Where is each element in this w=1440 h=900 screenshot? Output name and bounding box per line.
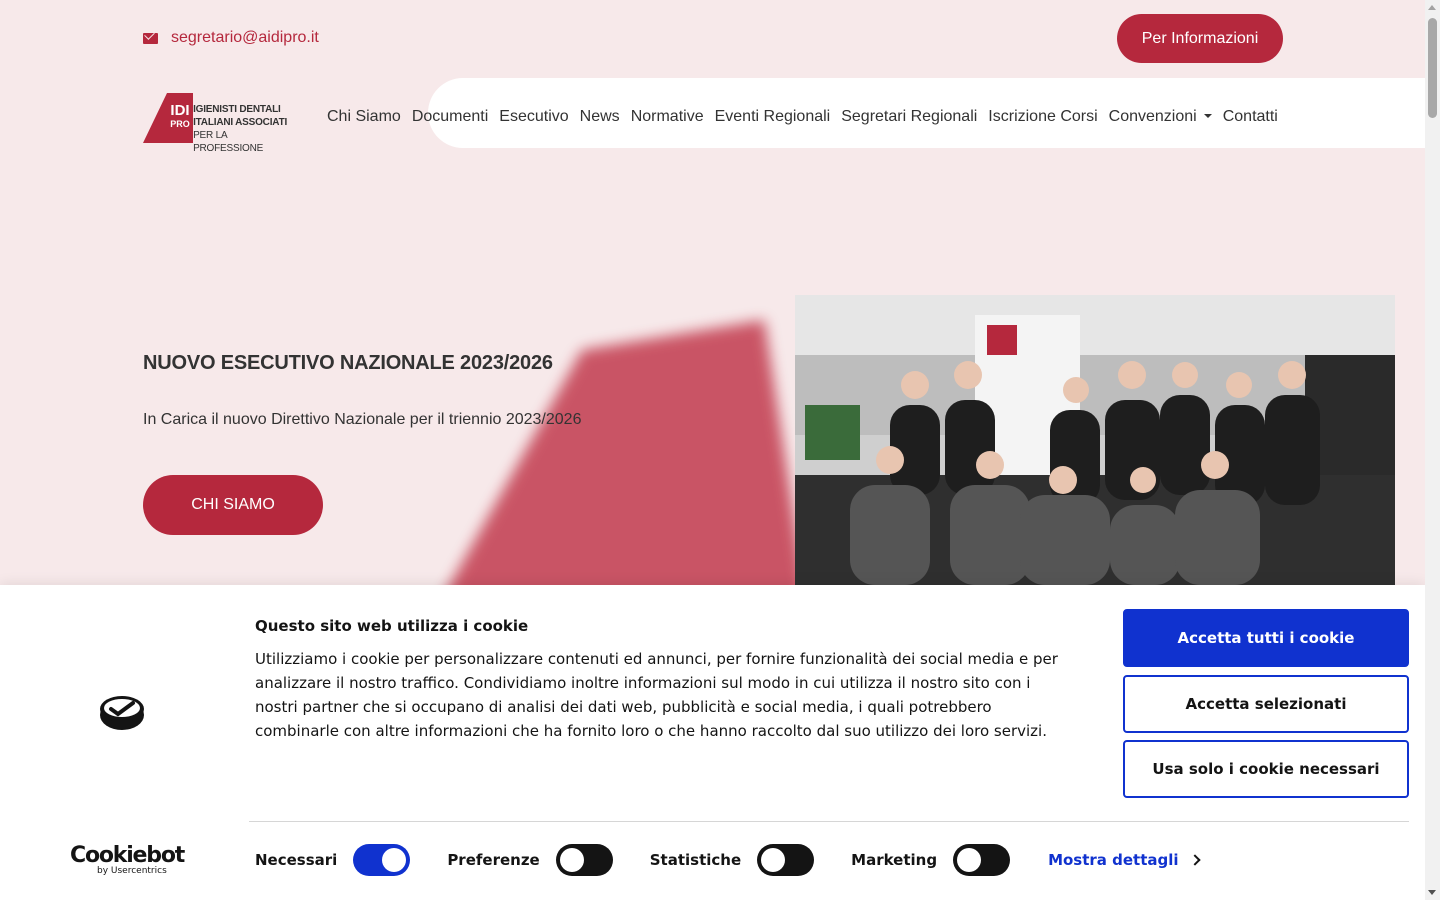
nav-item-iscrizione-corsi[interactable]: Iscrizione Corsi [983,108,1103,126]
nav-item-news[interactable]: News [574,108,625,126]
nav-item-contatti[interactable]: Contatti [1217,108,1283,126]
scroll-up-icon[interactable] [1428,5,1436,10]
accept-selected-cookies-button[interactable]: Accetta selezionati [1123,675,1409,733]
preferenze-switch[interactable] [555,844,613,876]
accept-all-cookies-button[interactable]: Accetta tutti i cookie [1123,609,1409,667]
cookie-title: Questo sito web utilizza i cookie [255,617,529,635]
nav-item-eventi-regionali[interactable]: Eventi Regionali [709,108,836,126]
toggle-statistiche: Statistiche [650,844,815,876]
hero-title: NUOVO ESECUTIVO NAZIONALE 2023/2026 [143,352,553,374]
cookie-banner: Questo sito web utilizza i cookie Utiliz… [0,585,1425,900]
cookie-toggles: Necessari Preferenze Statistiche Marketi… [255,844,1201,876]
site-logo[interactable]: IDI PRO IGIENISTI DENTALI ITALIANI ASSOCI… [143,93,289,154]
cookie-description: Utilizziamo i cookie per personalizzare … [255,650,1058,740]
nav-item-segretari-regionali[interactable]: Segretari Regionali [836,108,983,126]
cookiebot-icon [100,696,144,730]
scroll-thumb[interactable] [1428,18,1437,118]
chi-siamo-button[interactable]: CHI SIAMO [143,475,323,535]
info-button[interactable]: Per Informazioni [1117,14,1283,63]
logo-text: IGIENISTI DENTALI ITALIANI ASSOCIATI PER… [193,104,288,154]
toggle-necessari: Necessari [255,844,411,876]
caret-down-icon [1203,114,1212,118]
nav-item-esecutivo[interactable]: Esecutivo [494,108,574,126]
hero-group-photo [795,295,1395,585]
toggle-preferenze: Preferenze [447,844,613,876]
cookiebot-brand[interactable]: Cookiebot by Usercentrics [70,845,185,877]
toggle-marketing: Marketing [851,844,1011,876]
nav-item-normative[interactable]: Normative [625,108,709,126]
nav-item-documenti[interactable]: Documenti [406,108,493,126]
mail-icon [143,32,158,44]
necessary-cookies-only-button[interactable]: Usa solo i cookie necessari [1123,740,1409,798]
cookie-divider [249,821,1409,822]
statistiche-switch[interactable] [757,844,815,876]
logo-mark: IDI PRO [143,93,193,143]
nav-item-chi-siamo[interactable]: Chi Siamo [327,108,406,126]
main-nav: Chi Siamo Documenti Esecutivo News Norma… [327,108,1283,126]
page-scrollbar[interactable] [1425,0,1440,900]
marketing-switch[interactable] [953,844,1011,876]
hero-subtitle: In Carica il nuovo Direttivo Nazionale p… [143,411,582,428]
email-link[interactable]: segretario@aidipro.it [171,29,319,47]
contact-email[interactable]: segretario@aidipro.it [143,29,319,47]
nav-item-convenzioni[interactable]: Convenzioni [1103,108,1217,126]
necessari-switch[interactable] [353,844,411,876]
chevron-right-icon [1188,854,1201,866]
scroll-down-icon[interactable] [1428,890,1436,895]
show-details-link[interactable]: Mostra dettagli [1048,851,1201,869]
